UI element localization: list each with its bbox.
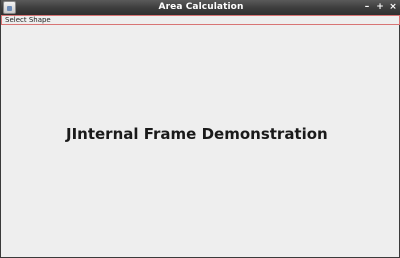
minimize-button[interactable]: – bbox=[361, 0, 373, 15]
maximize-button[interactable]: + bbox=[374, 0, 386, 15]
desktop-pane: JInternal Frame Demonstration bbox=[1, 25, 399, 257]
app-window: Area Calculation – + × Select Shape JInt… bbox=[0, 0, 400, 258]
close-button[interactable]: × bbox=[387, 0, 399, 15]
menu-select-shape[interactable]: Select Shape bbox=[5, 16, 51, 24]
window-title: Area Calculation bbox=[158, 2, 244, 12]
title-bar[interactable]: Area Calculation – + × bbox=[1, 0, 400, 15]
desktop-heading: JInternal Frame Demonstration bbox=[66, 125, 328, 143]
menu-bar: Select Shape bbox=[1, 15, 400, 25]
